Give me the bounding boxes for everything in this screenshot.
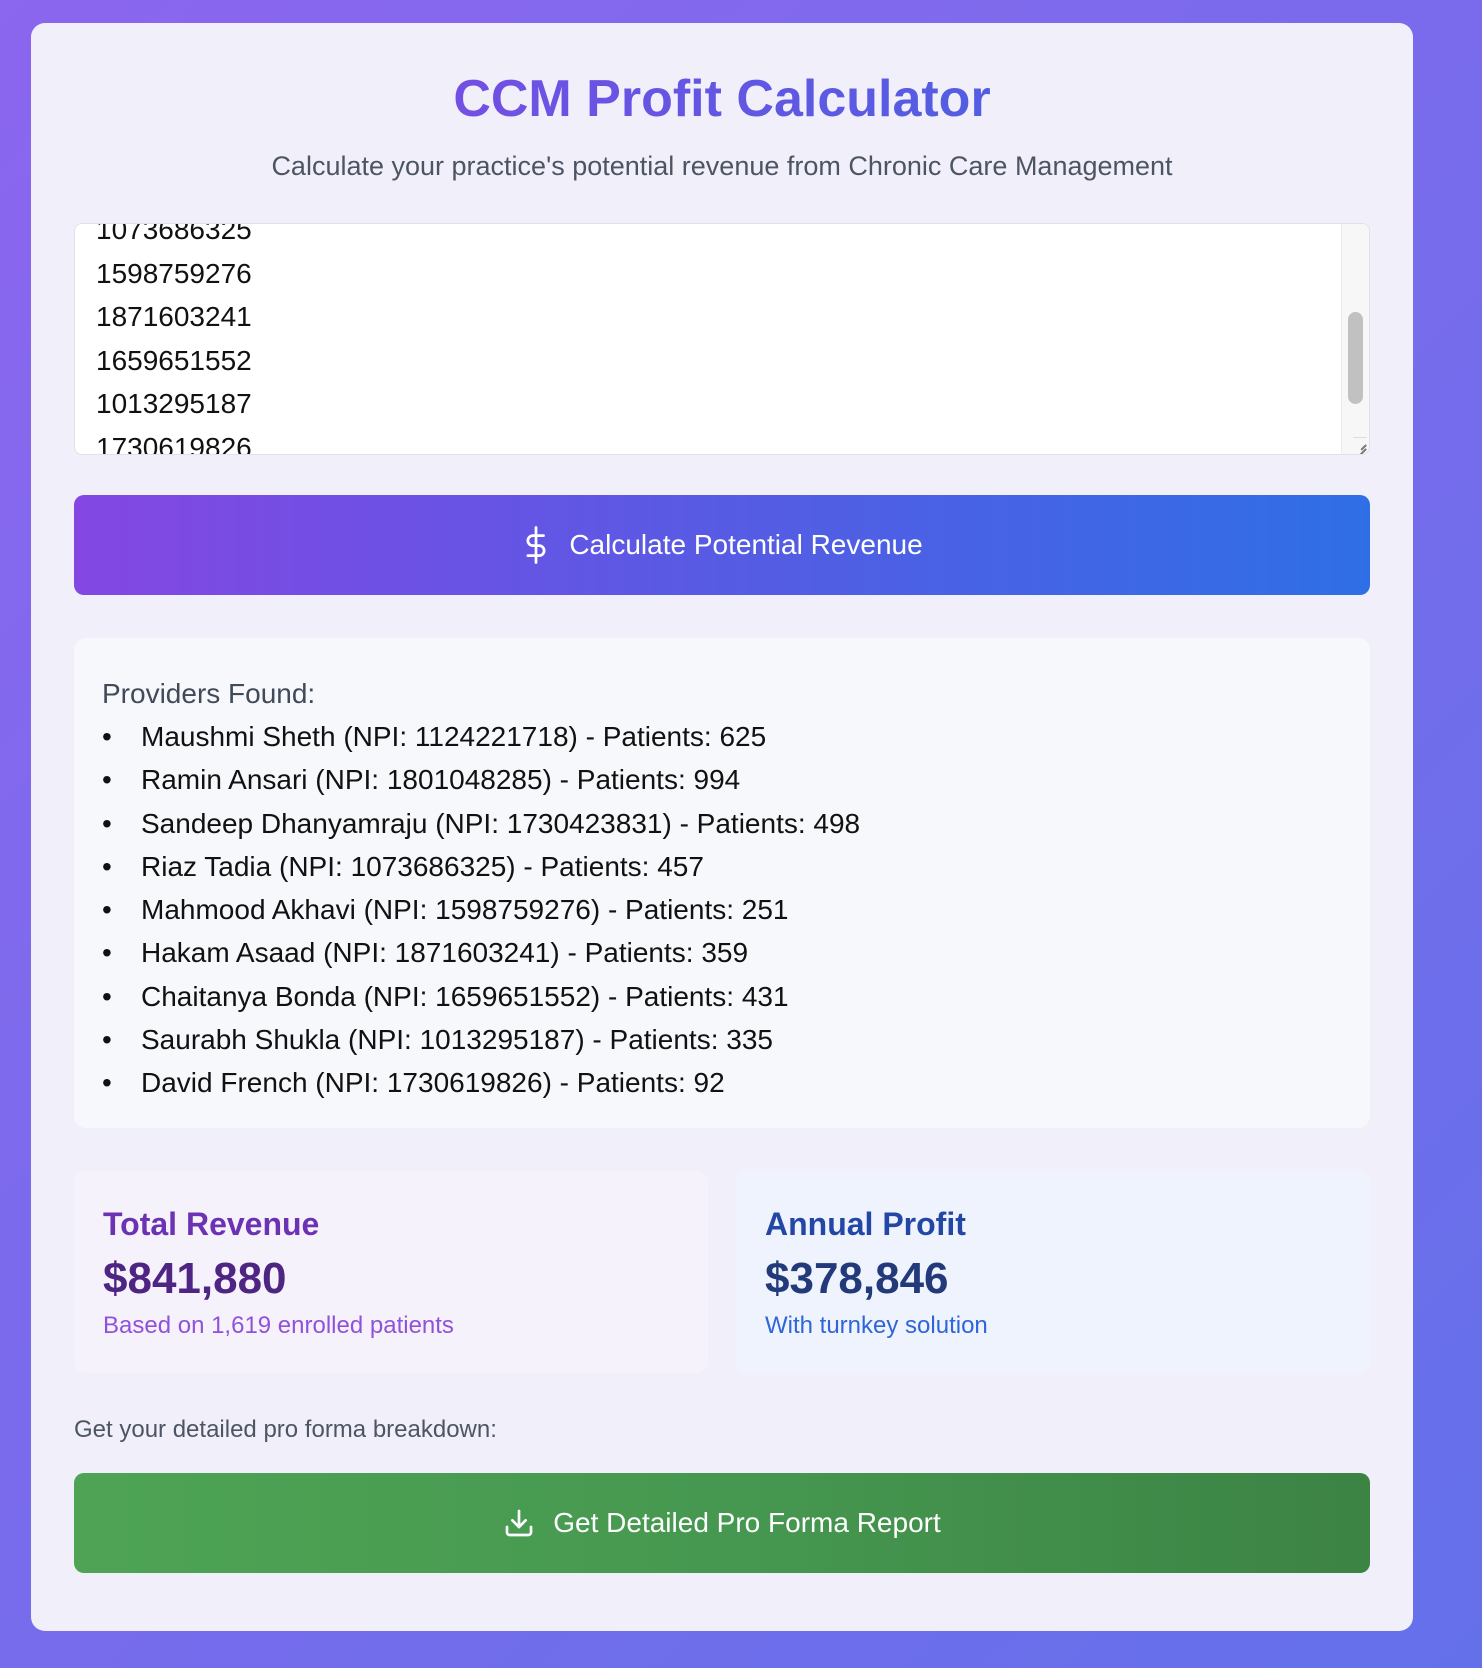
- provider-item: Mahmood Akhavi (NPI: 1598759276) - Patie…: [102, 888, 1342, 932]
- resize-handle[interactable]: [1353, 437, 1367, 452]
- npi-line: 1871603241: [96, 301, 252, 332]
- provider-item: Sandeep Dhanyamraju (NPI: 1730423831) - …: [102, 802, 1342, 846]
- calculator-card: CCM Profit Calculator Calculate your pra…: [31, 23, 1413, 1631]
- total-revenue-card: Total Revenue $841,880 Based on 1,619 en…: [74, 1171, 708, 1373]
- provider-list: Maushmi Sheth (NPI: 1124221718) - Patien…: [102, 715, 1342, 1105]
- providers-heading: Providers Found:: [102, 678, 316, 709]
- scrollbar-thumb[interactable]: [1348, 312, 1363, 404]
- total-revenue-note: Based on 1,619 enrolled patients: [103, 1312, 454, 1339]
- npi-line: 1659651552: [96, 344, 252, 376]
- page-subtitle: Calculate your practice's potential reve…: [271, 151, 1173, 181]
- provider-item: Ramin Ansari (NPI: 1801048285) - Patient…: [102, 758, 1342, 802]
- annual-profit-label: Annual Profit: [765, 1206, 966, 1242]
- results-stats: Total Revenue $841,880 Based on 1,619 en…: [74, 1171, 1370, 1373]
- provider-item: David French (NPI: 1730619826) - Patient…: [102, 1061, 1342, 1105]
- npi-line: 1730619826: [96, 431, 252, 455]
- npi-lines: 1073686325 1598759276 1871603241 1659651…: [96, 223, 252, 455]
- provider-item: Riaz Tadia (NPI: 1073686325) - Patients:…: [102, 845, 1342, 889]
- dollar-icon: [521, 525, 551, 565]
- calculate-button-label: Calculate Potential Revenue: [569, 529, 923, 560]
- proforma-report-button[interactable]: Get Detailed Pro Forma Report: [74, 1473, 1370, 1573]
- annual-profit-value: $378,846: [765, 1254, 949, 1303]
- calculate-revenue-button[interactable]: Calculate Potential Revenue: [74, 495, 1370, 595]
- page-title: CCM Profit Calculator: [74, 23, 1370, 131]
- npi-line: 1013295187: [96, 388, 252, 419]
- provider-item: Hakam Asaad (NPI: 1871603241) - Patients…: [102, 931, 1342, 975]
- proforma-button-label: Get Detailed Pro Forma Report: [553, 1507, 941, 1538]
- npi-textarea[interactable]: 1073686325 1598759276 1871603241 1659651…: [74, 223, 1370, 455]
- download-icon: [503, 1507, 535, 1539]
- provider-item: Maushmi Sheth (NPI: 1124221718) - Patien…: [102, 715, 1342, 759]
- annual-profit-card: Annual Profit $378,846 With turnkey solu…: [736, 1171, 1370, 1373]
- total-revenue-value: $841,880: [103, 1254, 287, 1303]
- provider-item: Chaitanya Bonda (NPI: 1659651552) - Pati…: [102, 975, 1342, 1019]
- annual-profit-note: With turnkey solution: [765, 1312, 988, 1339]
- total-revenue-label: Total Revenue: [103, 1206, 320, 1242]
- npi-line: 1598759276: [96, 257, 252, 289]
- providers-panel: Providers Found: Maushmi Sheth (NPI: 112…: [74, 638, 1370, 1128]
- provider-item: Saurabh Shukla (NPI: 1013295187) - Patie…: [102, 1018, 1342, 1062]
- textarea-scrollbar[interactable]: [1341, 224, 1369, 454]
- npi-line: 1073686325: [96, 223, 252, 245]
- proforma-prompt: Get your detailed pro forma breakdown:: [74, 1416, 497, 1443]
